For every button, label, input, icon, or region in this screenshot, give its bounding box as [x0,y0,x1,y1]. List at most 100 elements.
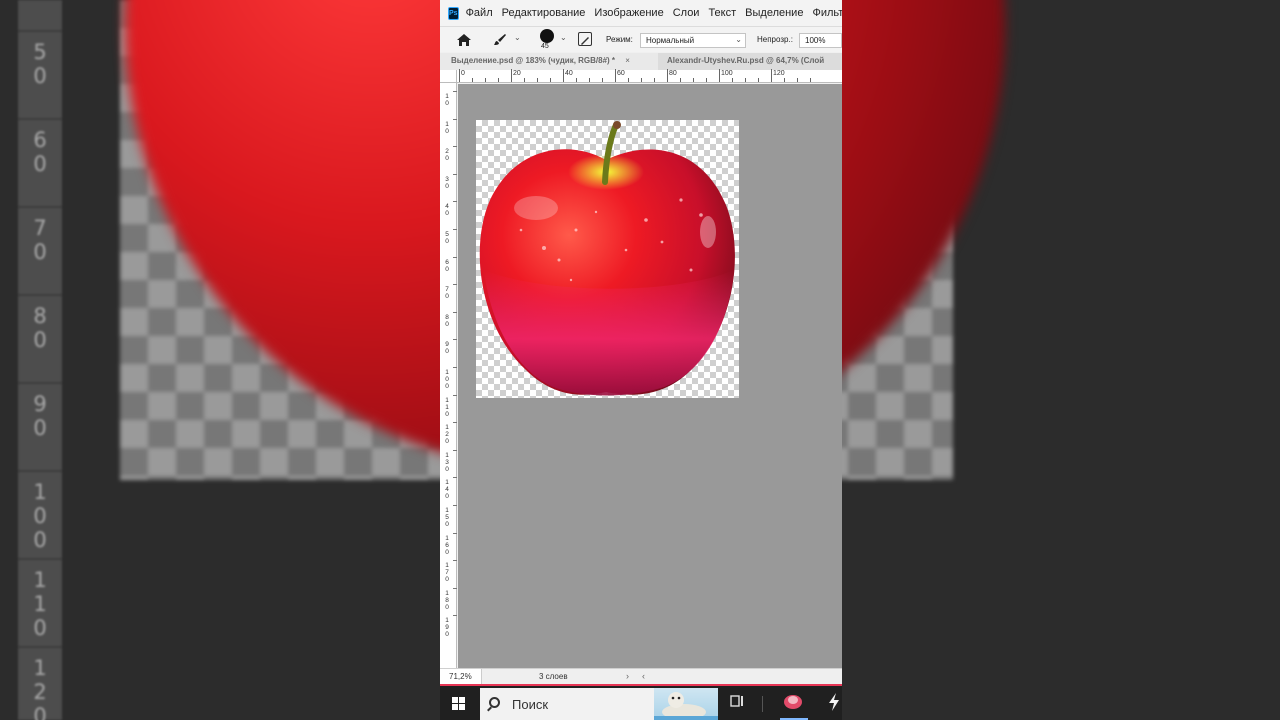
menu-filter[interactable]: Фильтр [812,7,842,19]
ruler-tick [524,78,525,82]
tab-document-1[interactable]: Выделение.psd @ 183% (чудик, RGB/8#) * × [440,53,658,70]
ruler-tick [589,78,590,82]
background-ruler-label: 9 0 [33,392,47,440]
background-ruler-tick [18,646,62,648]
ruler-tick [453,560,457,562]
ruler-tick [602,78,603,82]
ruler-tick [459,69,460,82]
background-ruler-tick [18,294,62,296]
ruler-label: 1 0 0 [445,369,449,390]
ruler-tick [485,78,486,82]
brush-icon[interactable] [492,32,508,53]
ruler-label: 1 1 0 [445,396,449,418]
menu-text[interactable]: Текст [708,7,736,19]
background-ruler-tick [18,470,62,472]
ruler-tick [667,69,668,82]
ruler-tick [784,78,785,82]
taskbar-search-box[interactable]: Поиск [480,688,718,720]
menu-edit[interactable]: Редактирование [502,7,586,19]
ruler-tick [472,78,473,82]
ruler-tick [453,256,457,258]
ruler-tick [453,615,457,617]
ruler-tick [537,78,538,82]
horizontal-ruler[interactable]: 0 20 40 60 80 100 120 [457,69,842,83]
background-ruler-tick [18,382,62,384]
ruler-label: 1 4 0 [445,479,449,501]
background-ruler-tick [18,558,62,560]
ruler-tick [453,91,457,92]
background-ruler-label: 1 0 0 [33,480,47,552]
photoshop-window: Ps Файл Редактирование Изображение Слои … [440,0,842,720]
zoom-field[interactable]: 71,2% [440,669,482,684]
brush-preset-icon[interactable] [540,29,554,43]
ruler-label: 3 0 [445,175,449,190]
menu-file[interactable]: Файл [466,7,493,19]
close-icon[interactable]: × [625,56,630,65]
menu-bar: Ps Файл Редактирование Изображение Слои … [440,0,842,26]
background-ruler: 5 0 6 0 7 0 8 0 9 0 1 0 0 1 1 0 1 2 0 [18,0,62,720]
ruler-label: 40 [565,70,573,77]
windows-start-icon[interactable] [452,697,466,711]
pressure-icon[interactable] [578,32,592,46]
ruler-tick [732,78,733,82]
ruler-label: 4 0 [445,203,449,218]
app-icon[interactable] [828,692,840,715]
ruler-tick [453,284,457,286]
ruler-tick [693,78,694,82]
tab-document-2[interactable]: Alexandr-Utyshev.Ru.psd @ 64,7% (Слой [659,53,842,70]
ruler-label: 1 5 0 [445,507,449,528]
chevron-down-icon[interactable]: ⌄ [560,33,567,42]
apple-image [479,121,735,396]
ruler-label: 60 [617,70,625,77]
home-icon[interactable] [456,33,472,52]
chevron-right-icon[interactable]: › [626,671,629,681]
ruler-label: 8 0 [445,313,449,328]
app-icon[interactable] [782,692,804,715]
ruler-tick [745,78,746,82]
background-ruler-label: 7 0 [33,216,47,264]
windows-taskbar: Поиск [440,684,842,720]
ruler-tick [453,311,457,313]
task-view-icon[interactable] [730,694,746,711]
ruler-tick [453,422,457,424]
menu-image[interactable]: Изображение [594,7,663,19]
ruler-tick [453,229,457,230]
chevron-left-icon[interactable]: ‹ [642,671,645,681]
mode-select[interactable]: Нормальный ⌄ [640,33,746,48]
ruler-tick [771,69,772,82]
ruler-label: 6 0 [445,258,449,273]
ruler-label: 20 [513,70,521,77]
menu-select[interactable]: Выделение [745,7,803,19]
ruler-label: 1 0 [445,93,449,107]
ruler-tick [453,587,457,589]
ruler-label: 1 8 0 [445,589,449,611]
ruler-label: 80 [669,70,677,77]
ruler-tick [797,78,798,82]
ruler-tick [758,78,759,82]
background-ruler-tick [18,118,62,120]
chevron-down-icon[interactable]: ⌄ [514,33,521,42]
background-ruler-tick [18,206,62,208]
ruler-tick [453,477,457,479]
ruler-tick [511,69,512,82]
ruler-tick [654,78,655,82]
opacity-value: 100% [805,36,826,45]
photoshop-logo-icon: Ps [448,6,459,20]
document-canvas[interactable] [476,120,739,398]
ruler-tick [706,78,707,82]
ruler-tick [453,449,457,451]
canvas-workspace[interactable] [458,84,842,668]
ruler-tick [453,201,457,203]
menu-layers[interactable]: Слои [673,7,700,19]
ruler-tick [498,78,499,82]
document-info: 3 слоев [539,672,568,681]
ruler-tick [615,69,616,82]
ruler-tick [680,78,681,82]
ruler-label: 5 0 [445,231,449,245]
ruler-tick [453,505,457,506]
opacity-field[interactable]: 100% [799,33,842,48]
opacity-label: Непрозр.: [757,35,793,44]
vertical-ruler[interactable]: 1 0 1 0 2 0 3 0 4 0 5 0 6 0 7 0 8 0 9 0 1 0 0 1 1 0… [440,83,457,668]
background-ruler-tick [18,30,62,32]
background-ruler-label: 5 0 [33,40,47,88]
